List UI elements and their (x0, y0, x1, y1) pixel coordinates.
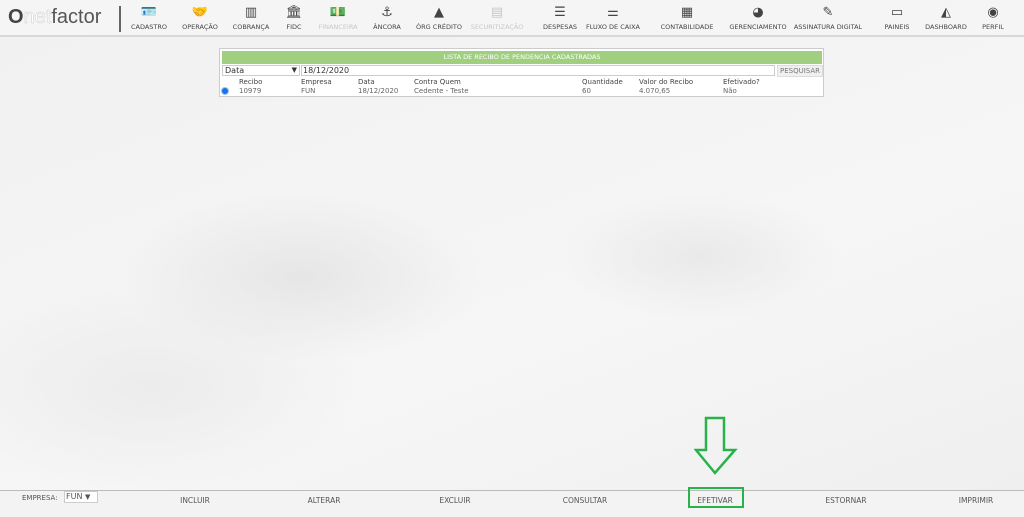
logo[interactable]: Onetfactor (8, 6, 101, 29)
nav-item-label: CONTABILIDADE (660, 23, 714, 31)
empresa-select[interactable]: FUN ▼ (64, 491, 98, 503)
column-header: Valor do Recibo (639, 78, 694, 86)
table-cell[interactable]: 4.070,65 (639, 87, 670, 96)
nav-item-dashboard[interactable]: ◭ DASHBOARD (925, 5, 967, 31)
nav-item-despesas[interactable]: ☰ DESPESAS (543, 5, 577, 31)
nav-item-label: DASHBOARD (925, 23, 967, 31)
warning-icon: ▲ (434, 5, 444, 20)
efetivar-highlight-box (688, 487, 744, 508)
area-chart-icon: ◭ (940, 5, 951, 20)
nav-item-contabilidade[interactable]: ▦ CONTABILIDADE (661, 5, 714, 31)
nav-item-financeira[interactable]: 💵 FINANCEIRA (318, 5, 357, 31)
empresa-label: EMPRESA: (22, 494, 58, 502)
estornar-button[interactable]: ESTORNAR (825, 496, 866, 505)
incluir-button[interactable]: INCLUIR (180, 496, 210, 505)
filter-value-input[interactable]: 18/12/2020 (301, 65, 775, 76)
monitor-icon: ▭ (890, 5, 904, 20)
filter-field-select[interactable]: Data ▼ (222, 65, 300, 76)
nav-item-gerenciamento[interactable]: ◕ GERENCIAMENTO (729, 5, 786, 31)
column-header: Recibo (239, 78, 263, 86)
column-header: Efetivado? (723, 78, 760, 86)
chevron-down-icon: ▼ (85, 493, 91, 501)
nav-item-label: OPERAÇÃO (182, 23, 218, 31)
background-photo (0, 37, 1024, 490)
logo-o: O (8, 6, 24, 28)
nav-item-label: CADASTRO (130, 23, 168, 31)
edit-icon: ✎ (822, 5, 834, 20)
consultar-button[interactable]: CONSULTAR (563, 496, 608, 505)
nav-item-cadastro[interactable]: 🪪 CADASTRO (131, 5, 167, 31)
nav-item-label: ÂNCORA (373, 23, 401, 31)
nav-item-label: FIDC (286, 23, 302, 31)
sliders-icon: ⚌ (607, 5, 619, 20)
nav-item-label: ÓRG CRÉDITO (416, 23, 462, 31)
nav-item-fluxo-de-caixa[interactable]: ⚌ FLUXO DE CAIXA (586, 5, 640, 31)
nav-item-operação[interactable]: 🤝 OPERAÇÃO (182, 5, 218, 31)
table-cell[interactable]: Não (723, 87, 737, 96)
column-header: Empresa (301, 78, 332, 86)
table-cell[interactable]: 60 (582, 87, 591, 96)
nav-item-securitização[interactable]: ▤ SECURITIZAÇÃO (471, 5, 524, 31)
row-select-radio[interactable] (221, 87, 229, 95)
pie-chart-icon: ◕ (752, 5, 764, 20)
nav-item-órg-crédito[interactable]: ▲ ÓRG CRÉDITO (416, 5, 462, 31)
footer-toolbar: EMPRESA: FUN ▼ INCLUIR ALTERAR EXCLUIR CONS… (0, 487, 1024, 517)
top-navbar: Onetfactor 🪪 CADASTRO 🤝 OPERAÇÃO ▥ COBRANÇA 🏛 F… (0, 0, 1024, 37)
nav-item-fidc[interactable]: 🏛 FIDC (286, 5, 303, 31)
calculator-icon: ▦ (680, 5, 694, 20)
nav-item-label: FINANCEIRA (318, 23, 358, 31)
excluir-button[interactable]: EXCLUIR (439, 496, 470, 505)
list-icon: ☰ (554, 5, 566, 20)
nav-item-âncora[interactable]: ⚓ ÂNCORA (373, 5, 401, 31)
table-cell[interactable]: FUN (301, 87, 315, 96)
table-cell[interactable]: 18/12/2020 (358, 87, 398, 96)
divider (119, 6, 121, 32)
chevron-down-icon: ▼ (291, 66, 297, 74)
nav-item-label: FLUXO DE CAIXA (586, 23, 640, 31)
table-cell[interactable]: 10979 (239, 87, 261, 96)
nav-item-label: GERENCIAMENTO (729, 23, 787, 31)
column-header: Data (358, 78, 375, 86)
user-circle-icon: ◉ (987, 5, 999, 20)
barcode-icon: ▥ (244, 5, 258, 20)
nav-item-cobrança[interactable]: ▥ COBRANÇA (233, 5, 270, 31)
column-header: Contra Quem (414, 78, 461, 86)
nav-item-assinatura-digital[interactable]: ✎ ASSINATURA DIGITAL (794, 5, 862, 31)
nav-item-label: DESPESAS (542, 23, 578, 31)
book-icon: ▤ (490, 5, 504, 20)
nav-item-label: PERFIL (982, 23, 1004, 31)
alterar-button[interactable]: ALTERAR (308, 496, 341, 505)
filter-field-value: Data (225, 66, 245, 75)
nav-item-label: COBRANÇA (232, 23, 270, 31)
panel-title: LISTA DE RECIBO DE PENDENCIA CADASTRADAS (222, 51, 822, 64)
nav-item-perfil[interactable]: ◉ PERFIL (982, 5, 1004, 31)
nav-item-label: PAINEIS (884, 23, 910, 31)
anchor-icon: ⚓ (381, 5, 393, 20)
nav-item-paineis[interactable]: ▭ PAINEIS (885, 5, 910, 31)
column-header: Quantidade (582, 78, 623, 86)
id-card-icon: 🪪 (140, 5, 158, 20)
logo-net: net (23, 6, 52, 29)
arrow-down-icon (694, 416, 738, 475)
money-icon: 💵 (329, 5, 347, 20)
empresa-value: FUN (66, 492, 83, 501)
table-cell[interactable]: Cedente - Teste (414, 87, 469, 96)
receipt-list-panel: LISTA DE RECIBO DE PENDENCIA CADASTRADAS… (219, 48, 824, 97)
imprimir-button[interactable]: IMPRIMIR (959, 496, 994, 505)
search-button[interactable]: PESQUISAR (777, 65, 823, 77)
nav-item-label: ASSINATURA DIGITAL (793, 23, 863, 31)
logo-factor: factor (51, 6, 102, 28)
bank-icon: 🏛 (285, 5, 303, 20)
nav-item-label: SECURITIZAÇÃO (470, 23, 524, 31)
handshake-icon: 🤝 (191, 5, 209, 20)
